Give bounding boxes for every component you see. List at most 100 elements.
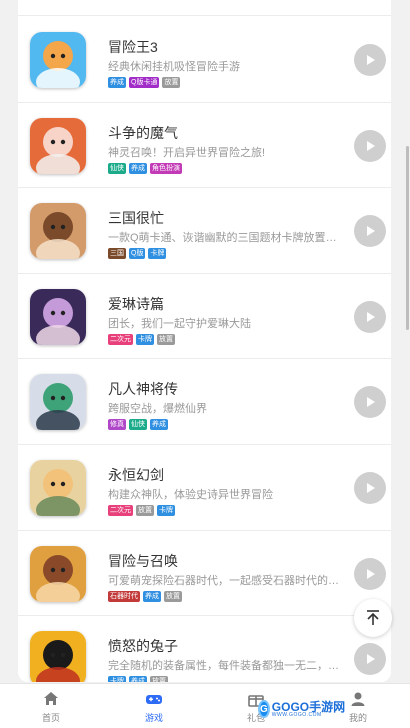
tab-games[interactable]: 游戏 — [113, 684, 195, 728]
game-tag: 放置 — [164, 590, 182, 602]
game-list-item[interactable]: 斗争的魔气神灵召唤！开启异世界冒险之旅! 仙侠 养成 角色扮演 — [18, 103, 391, 189]
game-thumbnail[interactable] — [30, 32, 86, 88]
game-title: 凡人神将传 — [108, 381, 178, 398]
game-list-item[interactable]: 愤怒的兔子完全随机的装备属性，每件装备都独一无二，快来体验吧卡牌养成放置 — [18, 616, 391, 682]
watermark-g-icon: G — [258, 700, 270, 718]
game-tag: 放置 — [150, 676, 168, 682]
play-button[interactable] — [354, 472, 386, 504]
game-tag: 石器时代 — [108, 590, 140, 602]
game-tag: 养成 — [108, 77, 126, 88]
game-description: 可爱萌宠探险石器时代，一起感受石器时代的乐趣 — [108, 574, 343, 587]
game-description: 神灵召唤！开启异世界冒险之旅! — [108, 146, 266, 159]
fox-girl-icon — [30, 117, 86, 174]
game-title: 爱琳诗篇 — [108, 295, 164, 312]
play-icon — [367, 55, 375, 65]
game-list-item[interactable]: 冒险王3 经典休闲挂机吸怪冒险手游 养成 Q版卡通 放置 — [18, 17, 391, 103]
tab-home[interactable]: 首页 — [10, 684, 92, 728]
game-tag: 养成 — [150, 419, 168, 431]
game-list-page: 冒险王3 经典休闲挂机吸怪冒险手游 养成 Q版卡通 放置 斗争的魔气 神灵召唤！开启异世界冒… — [0, 0, 410, 728]
game-tag: 放置 — [157, 333, 175, 345]
game-tag: 修真 — [108, 419, 126, 431]
game-tag: 卡牌 — [136, 333, 154, 345]
play-button[interactable] — [354, 643, 386, 676]
tab-games-label: 游戏 — [144, 712, 163, 723]
game-thumbnail[interactable] — [30, 203, 86, 260]
game-description: 团长，我们一起守护爱琳大陆 — [108, 317, 251, 330]
play-icon — [367, 483, 375, 493]
game-list-item[interactable]: 爱琳诗篇团长，我们一起守护爱琳大陆 二次元 卡牌 放置 — [18, 274, 391, 360]
game-tag: 养成 — [129, 676, 147, 682]
watermark-title: GOGO手游网 — [271, 699, 346, 714]
game-description: 完全随机的装备属性，每件装备都独一无二，快来体验吧 — [108, 660, 343, 673]
play-button[interactable] — [354, 44, 386, 76]
game-tags: 二次元 卡牌 放置 — [108, 333, 175, 345]
game-list-item[interactable]: 三国很忙一款Q萌卡通、诙谐幽默的三国题材卡牌放置挂机手游三国Q版卡牌 — [18, 188, 391, 274]
game-tag: Q版 — [129, 248, 146, 260]
game-tag: 卡牌 — [148, 248, 167, 260]
game-tags: 养成 Q版卡通 放置 — [108, 77, 181, 88]
game-tag: 仙侠 — [129, 419, 147, 431]
game-list-card: 冒险王3 经典休闲挂机吸怪冒险手游 养成 Q版卡通 放置 斗争的魔气 神灵召唤！开启异世界冒… — [18, 0, 391, 682]
shadow-rabbit-icon — [30, 631, 86, 682]
previous-list-item[interactable] — [18, 0, 391, 16]
gamepad-icon — [146, 694, 162, 704]
play-icon — [367, 140, 375, 151]
arrow-up-icon — [367, 610, 379, 625]
play-button[interactable] — [354, 300, 386, 333]
play-button[interactable] — [354, 215, 386, 248]
game-title: 冒险与召唤 — [108, 552, 178, 569]
game-thumbnail[interactable] — [30, 545, 86, 602]
immortal-warrior-icon — [30, 374, 86, 431]
play-icon — [367, 568, 375, 579]
game-description: 经典休闲挂机吸怪冒险手游 — [108, 61, 240, 73]
game-tags: 仙侠 养成 角色扮演 — [108, 162, 182, 174]
game-tags: 卡牌 养成 放置 — [108, 676, 168, 682]
game-description: 跨服空战，爆燃仙界 — [108, 403, 207, 416]
game-tag: 养成 — [129, 162, 147, 174]
game-thumbnail[interactable] — [30, 631, 86, 682]
game-tags: 三国 Q版 卡牌 — [108, 248, 167, 260]
game-tags: 石器时代 养成 放置 — [108, 590, 182, 602]
play-icon — [367, 311, 375, 322]
game-title: 永恒幻剑 — [108, 467, 164, 483]
game-thumbnail[interactable] — [30, 374, 86, 431]
game-list-item[interactable]: 冒险与召唤可爱萌宠探险石器时代，一起感受石器时代的乐趣 石器时代 养成 放置 — [18, 531, 391, 617]
game-tags: 修真 仙侠 养成 — [108, 419, 168, 431]
play-button[interactable] — [354, 386, 386, 419]
blonde-knight-icon — [30, 460, 86, 516]
game-thumbnail[interactable] — [30, 288, 86, 345]
game-tag: Q版卡通 — [129, 77, 160, 88]
game-list-item[interactable]: 凡人神将传跨服空战，爆燃仙界 修真 仙侠 养成 — [18, 359, 391, 445]
dark-heroine-icon — [30, 288, 86, 345]
game-tag: 角色扮演 — [150, 162, 182, 174]
game-tag: 三国 — [108, 248, 126, 260]
home-icon — [44, 691, 58, 705]
game-tag: 养成 — [143, 590, 161, 602]
game-tags: 二次元 放置 卡牌 — [108, 505, 175, 516]
play-icon — [367, 397, 375, 408]
tab-home-label: 首页 — [41, 712, 60, 723]
game-tag: 仙侠 — [108, 162, 126, 174]
game-description: 一款Q萌卡通、诙谐幽默的三国题材卡牌放置挂机手游 — [108, 232, 343, 245]
game-list-item[interactable]: 永恒幻剑构建众神队，体验史诗异世界冒险 二次元 放置 卡牌 — [18, 445, 391, 531]
back-to-top-button[interactable] — [354, 599, 392, 637]
game-thumbnail[interactable] — [30, 117, 86, 174]
watermark-logo: G GOGO手游网 WWW.GOGO.COM — [258, 697, 346, 721]
game-tag: 二次元 — [108, 333, 133, 345]
bottom-tab-bar: 首页 游戏 礼包 我的 — [0, 683, 410, 728]
bear-girl-icon — [30, 203, 86, 260]
game-title: 愤怒的兔子 — [108, 638, 178, 655]
game-title: 斗争的魔气 — [108, 124, 178, 141]
play-icon — [367, 226, 375, 237]
play-button[interactable] — [354, 557, 386, 590]
scrollbar[interactable] — [406, 146, 409, 330]
game-title: 冒险王3 — [108, 39, 158, 55]
game-thumbnail[interactable] — [30, 460, 86, 516]
game-tag: 二次元 — [108, 505, 133, 516]
game-description: 构建众神队，体验史诗异世界冒险 — [108, 489, 273, 501]
play-button[interactable] — [354, 129, 386, 162]
game-tag: 放置 — [162, 77, 181, 88]
game-title: 三国很忙 — [108, 210, 164, 227]
game-tag: 放置 — [136, 505, 154, 516]
tab-profile-label: 我的 — [348, 712, 367, 723]
